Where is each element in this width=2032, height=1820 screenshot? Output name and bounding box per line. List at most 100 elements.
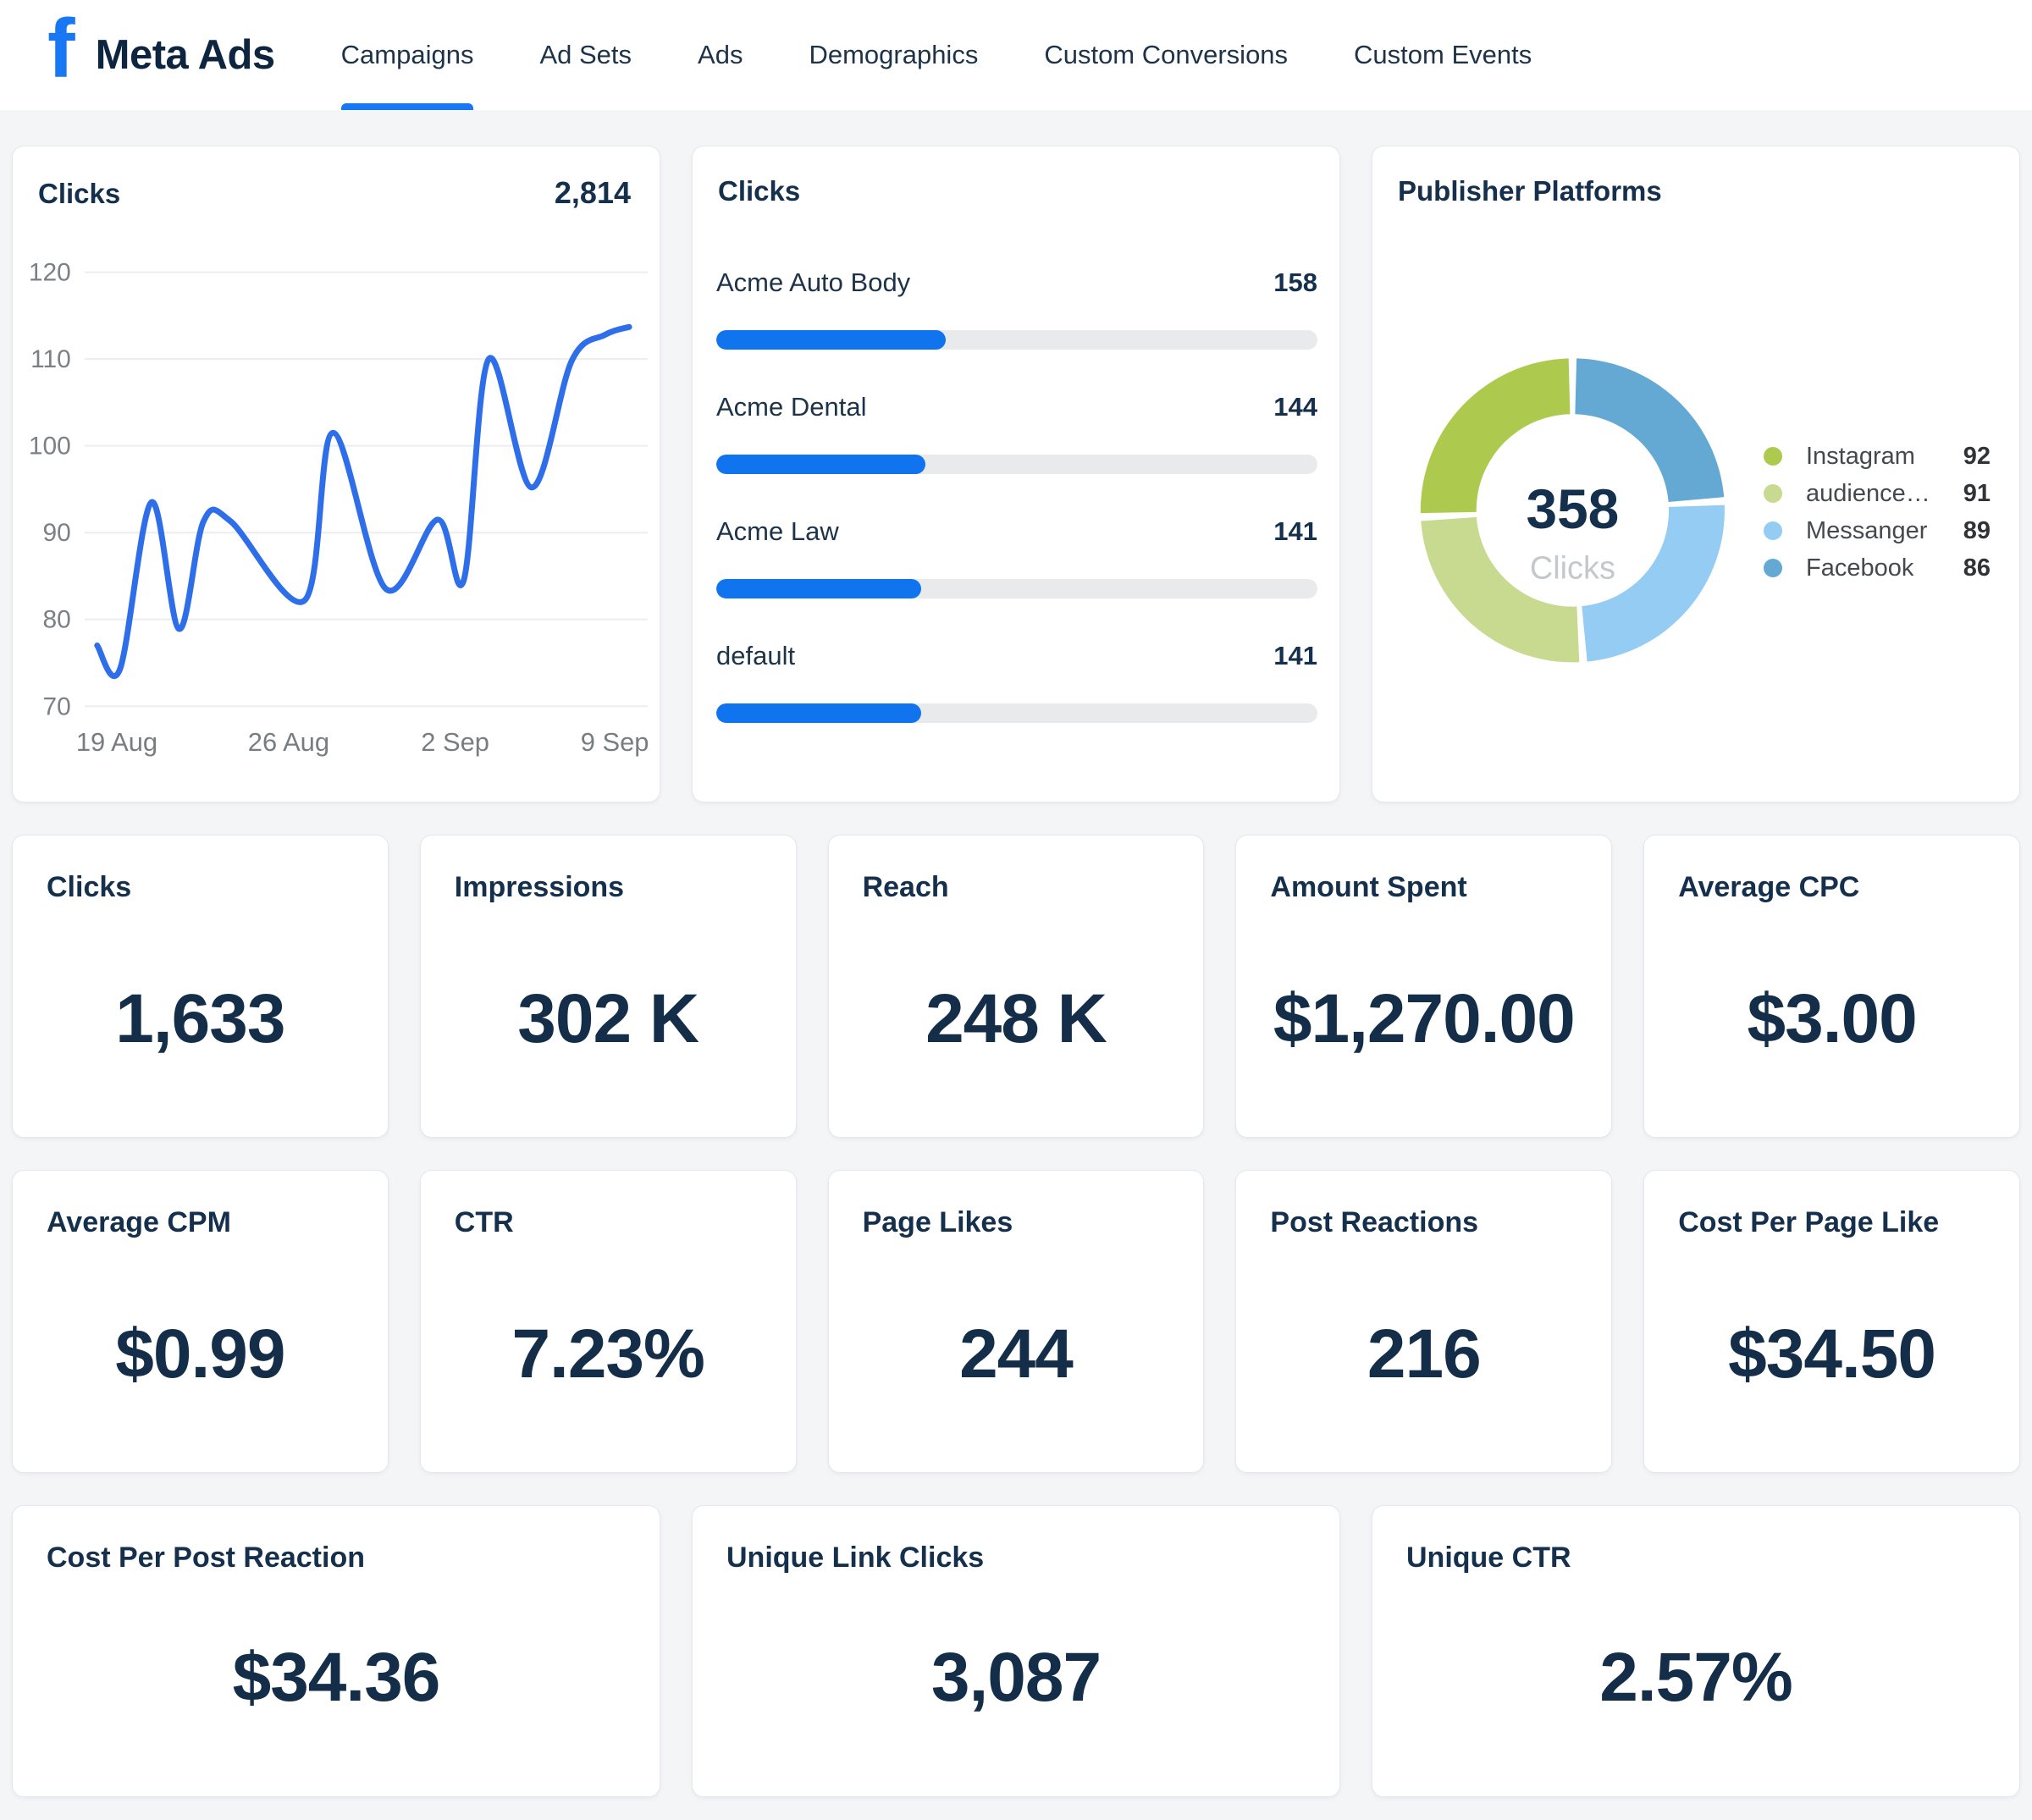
kpi-value: $0.99 (13, 1315, 388, 1394)
kpi-row-1: Clicks 1,633 Impressions 302 K Reach 248… (12, 835, 2020, 1138)
svg-text:120: 120 (29, 259, 71, 287)
kpi-card-unique-ctr: Unique CTR 2.57% (1372, 1505, 2020, 1797)
bar-fill (716, 579, 921, 598)
kpi-value: 7.23% (421, 1315, 796, 1394)
legend-item-facebook[interactable]: Facebook 86 (1764, 549, 1991, 587)
kpi-title: Amount Spent (1270, 871, 1466, 904)
kpi-title: Average CPC (1678, 871, 1859, 904)
app-header: f Meta Ads Campaigns Ad Sets Ads Demogra… (0, 0, 2032, 110)
card-title: Clicks (38, 178, 120, 210)
bar-value: 144 (1273, 392, 1317, 422)
tab-custom-events[interactable]: Custom Events (1354, 0, 1532, 110)
kpi-value: 216 (1236, 1315, 1611, 1394)
dashboard-page: f Meta Ads Campaigns Ad Sets Ads Demogra… (0, 0, 2032, 1820)
tab-custom-conversions[interactable]: Custom Conversions (1044, 0, 1288, 110)
donut-center-value: 358 (1526, 477, 1619, 540)
donut-legend: Instagram 92 audience… 91 Messanger 89 (1764, 438, 1991, 587)
svg-text:2 Sep: 2 Sep (421, 727, 489, 757)
tab-demographics[interactable]: Demographics (809, 0, 978, 110)
tab-campaigns[interactable]: Campaigns (341, 0, 474, 110)
kpi-value: 1,633 (13, 979, 388, 1059)
kpi-title: Cost Per Page Like (1678, 1206, 1939, 1239)
kpi-card-post-reactions: Post Reactions 216 (1235, 1170, 1612, 1473)
card-title: Publisher Platforms (1398, 175, 1662, 207)
clicks-bar-card: Clicks Acme Auto Body 158 Acme Dental 14… (692, 146, 1340, 802)
app-title: Meta Ads (96, 31, 275, 79)
kpi-title: Unique Link Clicks (726, 1541, 984, 1575)
legend-label: Messanger (1806, 517, 1963, 545)
publisher-platforms-card: Publisher Platforms 358 Clicks Instagram… (1372, 146, 2020, 802)
kpi-card-amount-spent: Amount Spent $1,270.00 (1235, 835, 1612, 1138)
bar-list: Acme Auto Body 158 Acme Dental 144 (693, 146, 1339, 723)
legend-label: audience… (1806, 480, 1963, 508)
svg-text:80: 80 (43, 606, 71, 634)
bar-fill (716, 455, 925, 474)
kpi-value: $34.36 (13, 1638, 660, 1718)
kpi-value: $1,270.00 (1236, 979, 1611, 1059)
bar-label: Acme Dental (716, 392, 866, 422)
kpi-card-cost-per-page-like: Cost Per Page Like $34.50 (1643, 1170, 2020, 1473)
kpi-card-page-likes: Page Likes 244 (828, 1170, 1205, 1473)
bar-fill (716, 330, 946, 350)
bar-row: Acme Dental 144 (716, 392, 1317, 474)
svg-text:100: 100 (29, 433, 71, 461)
legend-item-instagram[interactable]: Instagram 92 (1764, 438, 1991, 475)
legend-value: 89 (1963, 517, 1991, 545)
dashboard-body: Clicks 2,814 120110100908070 19 Aug26 Au… (0, 110, 2032, 1797)
kpi-value: 248 K (829, 979, 1204, 1059)
bar-row: default 141 (716, 641, 1317, 723)
bar-track (716, 455, 1317, 474)
line-chart[interactable]: 120110100908070 19 Aug26 Aug2 Sep9 Sep (13, 146, 660, 802)
facebook-logo-icon[interactable]: f (47, 7, 75, 90)
kpi-card-ctr: CTR 7.23% (420, 1170, 797, 1473)
bar-value: 158 (1273, 267, 1317, 298)
kpi-title: Cost Per Post Reaction (47, 1541, 365, 1575)
svg-text:19 Aug: 19 Aug (76, 727, 157, 757)
kpi-value: 2.57% (1372, 1638, 2019, 1718)
main-nav: Campaigns Ad Sets Ads Demographics Custo… (341, 0, 1599, 110)
legend-item-messanger[interactable]: Messanger 89 (1764, 512, 1991, 549)
kpi-card-clicks: Clicks 1,633 (12, 835, 389, 1138)
legend-item-audience[interactable]: audience… 91 (1764, 475, 1991, 512)
legend-dot-icon (1764, 559, 1782, 577)
kpi-title: Clicks (47, 871, 131, 904)
kpi-value: 244 (829, 1315, 1204, 1394)
kpi-title: Post Reactions (1270, 1206, 1478, 1239)
legend-value: 91 (1963, 480, 1991, 508)
card-total-value: 2,814 (555, 175, 631, 211)
legend-label: Facebook (1806, 554, 1963, 582)
kpi-row-2: Average CPM $0.99 CTR 7.23% Page Likes 2… (12, 1170, 2020, 1473)
kpi-value: $3.00 (1644, 979, 2019, 1059)
svg-text:110: 110 (30, 345, 71, 373)
bar-track (716, 579, 1317, 598)
bar-label: default (716, 641, 795, 671)
legend-value: 86 (1963, 554, 1991, 582)
bar-fill (716, 703, 921, 723)
bar-row: Acme Law 141 (716, 516, 1317, 598)
charts-row: Clicks 2,814 120110100908070 19 Aug26 Au… (12, 146, 2020, 802)
bar-track (716, 703, 1317, 723)
kpi-row-3: Cost Per Post Reaction $34.36 Unique Lin… (12, 1505, 2020, 1797)
clicks-line-card: Clicks 2,814 120110100908070 19 Aug26 Au… (12, 146, 660, 802)
kpi-title: Unique CTR (1406, 1541, 1571, 1575)
kpi-card-impressions: Impressions 302 K (420, 835, 797, 1138)
svg-text:90: 90 (43, 519, 71, 547)
kpi-title: CTR (455, 1206, 514, 1239)
legend-dot-icon (1764, 521, 1782, 540)
bar-row: Acme Auto Body 158 (716, 267, 1317, 350)
legend-value: 92 (1963, 443, 1991, 471)
kpi-title: Page Likes (863, 1206, 1013, 1239)
tab-ad-sets[interactable]: Ad Sets (539, 0, 632, 110)
bar-track (716, 330, 1317, 350)
bar-label: Acme Auto Body (716, 267, 910, 298)
kpi-card-average-cpm: Average CPM $0.99 (12, 1170, 389, 1473)
svg-text:70: 70 (43, 692, 71, 720)
kpi-value: 3,087 (693, 1638, 1339, 1718)
kpi-title: Impressions (455, 871, 624, 904)
tab-ads[interactable]: Ads (698, 0, 743, 110)
card-title: Clicks (718, 175, 800, 207)
bar-value: 141 (1273, 516, 1317, 547)
kpi-value: 302 K (421, 979, 796, 1059)
donut-center-label: Clicks (1530, 551, 1615, 587)
kpi-title: Reach (863, 871, 949, 904)
